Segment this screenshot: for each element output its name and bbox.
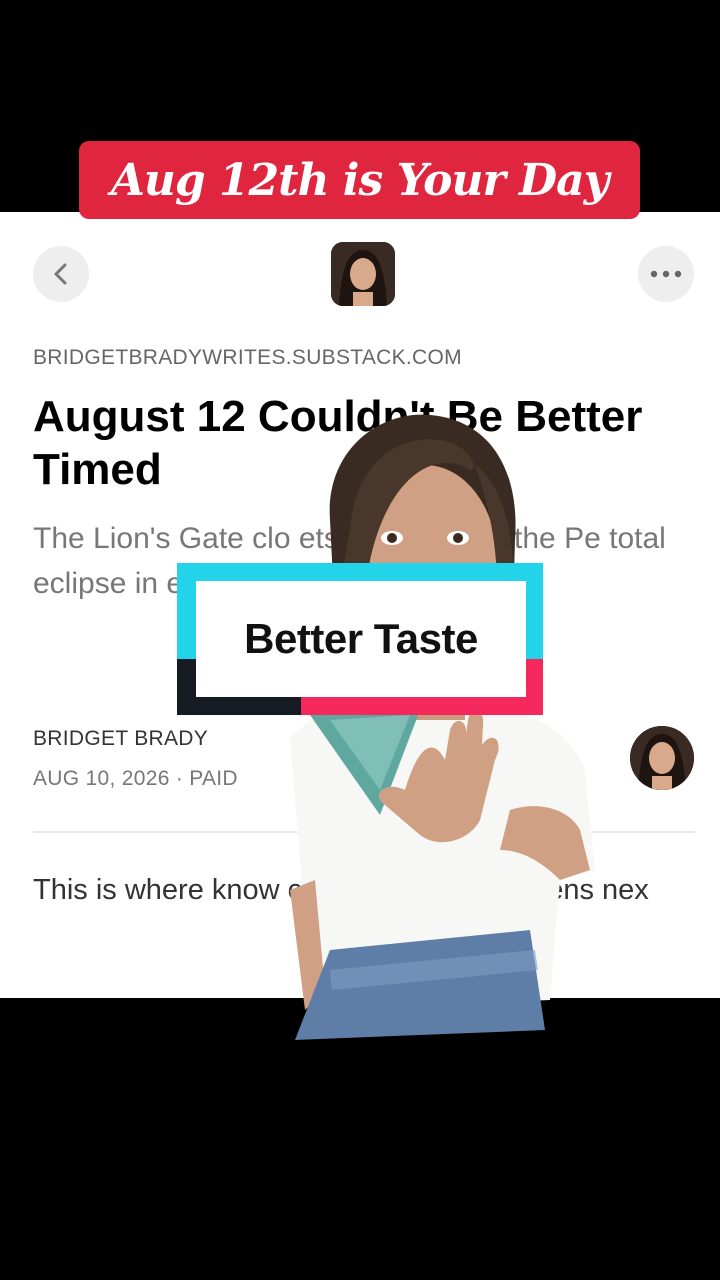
presenter-cutout [290,414,595,1040]
sticker-label: Better Taste [196,581,526,697]
author-avatar-image [630,726,694,790]
banner-text: Aug 12th is Your Day [110,154,610,206]
sticker-text: Better Taste [244,615,478,662]
chevron-left-icon [54,263,67,285]
avatar-image [331,242,395,306]
back-button[interactable] [33,246,89,302]
article-meta: AUG 10, 2026 · PAID [33,767,238,790]
more-options-button[interactable] [638,246,694,302]
publication-avatar[interactable] [331,242,395,306]
more-horizontal-icon [650,270,682,278]
video-title-banner: Aug 12th is Your Day [79,141,640,219]
author-name[interactable]: BRIDGET BRADY [33,727,208,751]
better-taste-sticker: Better Taste [177,563,543,715]
publication-url[interactable]: BRIDGETBRADYWRITES.SUBSTACK.COM [33,346,462,370]
author-avatar[interactable] [630,726,694,790]
